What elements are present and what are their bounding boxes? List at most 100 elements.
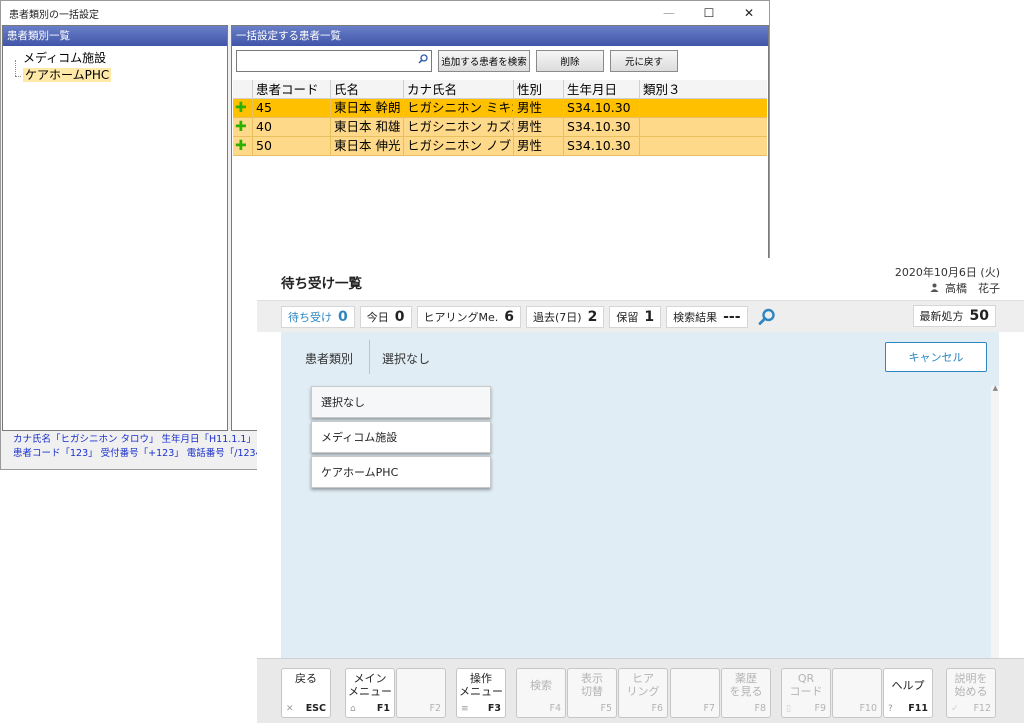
status-tabs: 待ち受け 0 今日 0 ヒアリングMe. 6 過去(7日) 2 保留 1 検索結果 --- … — [257, 300, 1024, 332]
table-row[interactable]: ✚ 40 東日本 和雄 ヒガシニホン カズオ 男性 S34.10.30 — [233, 118, 767, 137]
fkey-key: F8 — [754, 703, 766, 714]
tab-search-results[interactable]: 検索結果 --- — [666, 305, 748, 328]
fkey-label: 薬歴 を見る — [729, 672, 763, 698]
cell-name: 東日本 伸光 — [331, 137, 404, 155]
tree-connector-h — [15, 76, 21, 77]
fkey-f8-view-history[interactable]: 薬歴 を見る F8 — [721, 668, 771, 718]
fkey-key: F1 — [376, 703, 390, 714]
fkey-esc-back[interactable]: 戻る ✕ ESC — [281, 668, 331, 718]
help-icon: ? — [888, 704, 893, 714]
cell-dob: S34.10.30 — [564, 99, 640, 117]
search-icon[interactable] — [757, 307, 777, 327]
scroll-up-icon[interactable]: ▲ — [993, 384, 998, 392]
table-row[interactable]: ✚ 45 東日本 幹朗 ヒガシニホン ミキオ 男性 S34.10.30 — [233, 99, 767, 118]
patient-list-header: 一括設定する患者一覧 — [232, 26, 768, 46]
fkey-f2[interactable]: F2 — [396, 668, 446, 718]
col-kana[interactable]: カナ氏名 — [404, 79, 514, 99]
category-selector-area: 患者類別 選択なし キャンセル 選択なし メディコム施設 ケアホームPHC ▲ — [281, 332, 999, 660]
category-value: 選択なし — [382, 352, 431, 366]
category-list-pane: 患者類別一覧 メディコム施設 ケアホームPHC — [2, 25, 228, 431]
tab-count: 2 — [587, 308, 598, 325]
tab-latest-prescription[interactable]: 最新処方 50 — [912, 305, 996, 327]
tab-label: 保留 — [616, 310, 639, 324]
tab-on-hold[interactable]: 保留 1 — [609, 305, 662, 328]
add-plus-icon: ✚ — [235, 138, 247, 154]
patient-search-input[interactable] — [237, 53, 413, 73]
cell-code: 40 — [253, 118, 331, 136]
tab-label: ヒアリングMe. — [423, 310, 499, 324]
tab-label: 過去(7日) — [533, 310, 582, 324]
fkey-label: ヘルプ — [891, 679, 925, 692]
option-medicom[interactable]: メディコム施設 — [311, 421, 491, 453]
option-carehome[interactable]: ケアホームPHC — [311, 456, 491, 488]
tab-label: 検索結果 — [673, 310, 718, 324]
col-icon — [233, 79, 253, 99]
fkey-label: 戻る — [295, 672, 317, 685]
col-sex[interactable]: 性別 — [514, 79, 564, 99]
col-code[interactable]: 患者コード — [253, 79, 331, 99]
tab-waiting[interactable]: 待ち受け 0 — [281, 305, 355, 328]
cell-sex: 男性 — [514, 99, 564, 117]
fkey-f5-toggle-view[interactable]: 表示 切替 F5 — [567, 668, 617, 718]
fkey-key: F4 — [549, 703, 561, 714]
add-patient-search-button[interactable]: 追加する患者を検索 — [438, 50, 530, 72]
tab-past-7days[interactable]: 過去(7日) 2 — [526, 305, 605, 328]
option-none[interactable]: 選択なし — [311, 386, 491, 418]
fkey-f9-qr-code[interactable]: QR コード ▯ F9 — [781, 668, 831, 718]
function-key-bar: 戻る ✕ ESC メイン メニュー ⌂ F1 F2 操作 メニュー ≡ F3 検索 F4 表示… — [257, 658, 1024, 723]
fkey-f10[interactable]: F10 — [832, 668, 882, 718]
tree-item-label: ケアホームPHC — [23, 68, 112, 82]
fkey-label: ヒア リング — [626, 672, 660, 698]
patient-search-box — [236, 50, 432, 73]
tab-hearing[interactable]: ヒアリングMe. 6 — [416, 305, 522, 328]
cancel-button[interactable]: キャンセル — [885, 342, 987, 372]
tree-item-medicom[interactable]: メディコム施設 — [13, 50, 227, 67]
restore-button[interactable]: 元に戻す — [610, 50, 678, 72]
cell-category — [640, 99, 767, 117]
category-tree: メディコム施設 ケアホームPHC — [3, 46, 227, 84]
tab-count: 0 — [338, 308, 348, 325]
tree-item-carehome[interactable]: ケアホームPHC — [13, 67, 227, 84]
col-dob[interactable]: 生年月日 — [564, 79, 640, 99]
add-plus-icon: ✚ — [235, 100, 247, 116]
fkey-f7[interactable]: F7 — [670, 668, 720, 718]
scrollbar[interactable] — [991, 386, 999, 658]
col-name[interactable]: 氏名 — [331, 79, 404, 99]
patient-grid: 患者コード 氏名 カナ氏名 性別 生年月日 類別３ ✚ 45 東日本 幹朗 ヒガ… — [233, 79, 767, 156]
fkey-key: ESC — [305, 703, 326, 714]
cell-kana: ヒガシニホン カズオ — [404, 118, 514, 136]
tab-count: 0 — [394, 308, 405, 325]
table-row[interactable]: ✚ 50 東日本 伸光 ヒガシニホン ノブミツ 男性 S34.10.30 — [233, 137, 767, 156]
maximize-button[interactable]: ☐ — [689, 1, 729, 25]
fkey-f12-start-explanation[interactable]: 説明を 始める ✓ F12 — [946, 668, 996, 718]
search-icon[interactable] — [418, 54, 428, 67]
close-button[interactable]: ✕ — [729, 1, 769, 25]
tab-today[interactable]: 今日 0 — [359, 305, 412, 328]
tab-label: 今日 — [366, 310, 389, 324]
fkey-label: 操作 メニュー — [459, 672, 503, 698]
fkey-f4-search[interactable]: 検索 F4 — [516, 668, 566, 718]
patient-toolbar: 追加する患者を検索 削除 元に戻す — [232, 46, 768, 76]
cell-kana: ヒガシニホン ノブミツ — [404, 137, 514, 155]
waiting-list-panel: 待ち受け一覧 2020年10月6日 (火) 高橋 花子 待ち受け 0 今日 0 ヒア… — [257, 258, 1024, 723]
tab-label: 待ち受け — [288, 310, 332, 324]
fkey-f3-operation-menu[interactable]: 操作 メニュー ≡ F3 — [456, 668, 506, 718]
fkey-label: 表示 切替 — [581, 672, 603, 698]
fkey-f11-help[interactable]: ヘルプ? F11 — [883, 668, 933, 718]
fkey-key: F10 — [859, 703, 877, 714]
user-name: 高橋 花子 — [945, 282, 1000, 295]
person-icon — [930, 283, 942, 295]
col-category[interactable]: 類別３ — [640, 80, 767, 99]
fkey-key: F11 — [908, 703, 928, 714]
delete-button[interactable]: 削除 — [536, 50, 604, 72]
fkey-f6-hearing[interactable]: ヒア リング F6 — [618, 668, 668, 718]
category-label: 患者類別 — [305, 352, 354, 366]
home-icon: ⌂ — [350, 704, 356, 714]
minimize-button[interactable]: — — [649, 1, 689, 25]
fkey-key: F7 — [703, 703, 715, 714]
fkey-f1-main-menu[interactable]: メイン メニュー ⌂ F1 — [345, 668, 395, 718]
fkey-key: F9 — [814, 703, 826, 714]
current-user: 高橋 花子 — [930, 280, 1000, 296]
document-icon: ▯ — [786, 704, 791, 714]
cell-code: 50 — [253, 137, 331, 155]
